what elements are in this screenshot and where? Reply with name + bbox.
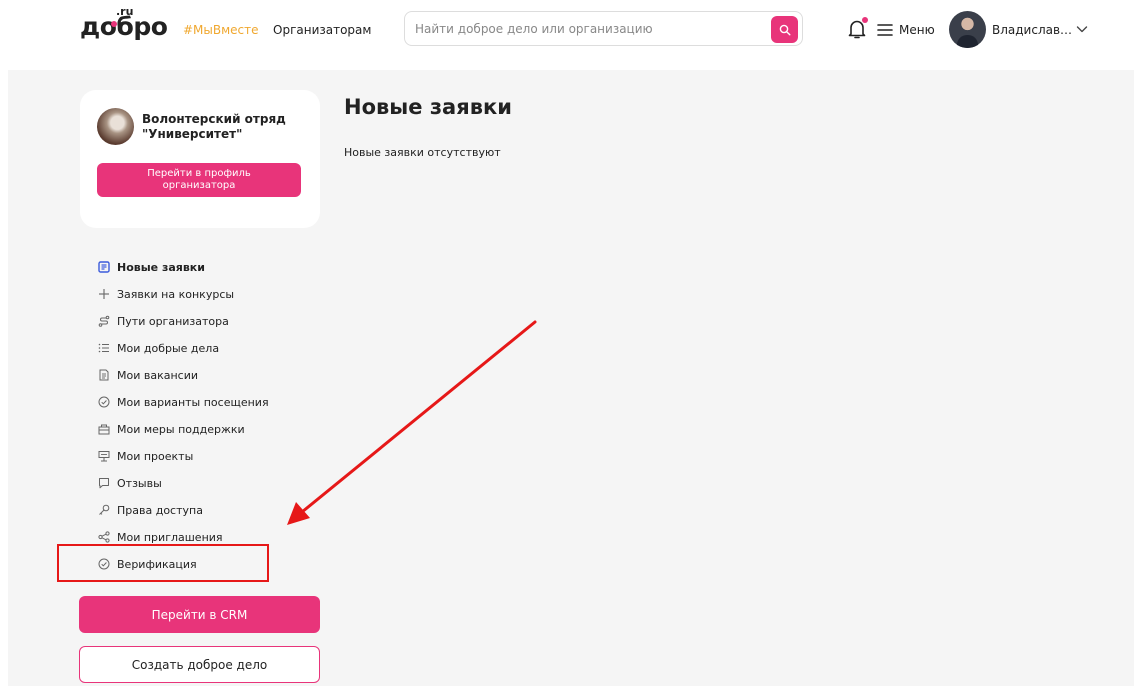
share-icon <box>98 531 110 543</box>
box-icon <box>98 423 110 435</box>
plus-icon <box>98 288 110 300</box>
presentation-icon <box>98 450 110 462</box>
list-doc-icon <box>98 261 110 273</box>
create-good-deed-button[interactable]: Создать доброе дело <box>79 646 320 683</box>
sidebar-item-label: Мои вакансии <box>117 368 199 382</box>
page-title: Новые заявки <box>344 95 512 119</box>
search-icon <box>779 24 791 36</box>
comment-icon <box>98 477 110 489</box>
document-icon <box>98 369 110 381</box>
organizer-profile-button[interactable]: Перейти в профиль организатора <box>97 163 301 197</box>
sidebar-item-label: Пути организатора <box>117 314 229 328</box>
list-icon <box>98 342 110 354</box>
path-icon <box>98 315 110 327</box>
organizer-avatar <box>97 108 134 145</box>
search-input[interactable] <box>415 19 765 39</box>
sidebar-item-my-visit-options[interactable]: Мои варианты посещения <box>98 393 269 411</box>
sidebar-item-label: Мои меры поддержки <box>117 422 245 436</box>
organizer-card: Волонтерский отряд "Университет" Перейти… <box>80 90 320 228</box>
sidebar-item-label: Мои проекты <box>117 449 194 463</box>
search-button[interactable] <box>771 16 798 43</box>
organizer-name: Волонтерский отряд "Университет" <box>142 112 286 141</box>
user-name[interactable]: Владислав Мунасыпов <box>992 23 1074 37</box>
organizers-link[interactable]: Организаторам <box>273 23 371 37</box>
chevron-down-icon[interactable] <box>1076 24 1088 34</box>
sidebar-item-label: Права доступа <box>117 503 203 517</box>
sidebar-item-my-projects[interactable]: Мои проекты <box>98 447 193 465</box>
logo-dot <box>111 21 117 27</box>
sidebar-item-organizer-paths[interactable]: Пути организатора <box>98 312 229 330</box>
sidebar-item-my-good-deeds[interactable]: Мои добрые дела <box>98 339 219 357</box>
user-avatar[interactable] <box>949 11 986 48</box>
sidebar-item-label: Мои варианты посещения <box>117 395 269 409</box>
sidebar-item-new-requests[interactable]: Новые заявки <box>98 258 205 276</box>
sidebar-item-access-rights[interactable]: Права доступа <box>98 501 203 519</box>
sidebar-item-label: Мои добрые дела <box>117 341 220 355</box>
logo-domain: .ru <box>116 5 134 18</box>
sidebar-item-contest-requests[interactable]: Заявки на конкурсы <box>98 285 234 303</box>
go-to-crm-button[interactable]: Перейти в CRM <box>79 596 320 633</box>
empty-state-text: Новые заявки отсутствуют <box>344 146 501 159</box>
sidebar-item-my-vacancies[interactable]: Мои вакансии <box>98 366 198 384</box>
search-box <box>404 11 803 46</box>
notification-dot <box>862 17 868 23</box>
hamburger-menu-icon[interactable] <box>877 23 893 37</box>
sidebar-item-label: Новые заявки <box>117 260 205 274</box>
hashtag-link[interactable]: #МыВместе <box>183 23 259 37</box>
sidebar-item-label: Мои приглашения <box>117 530 223 544</box>
top-header: добро .ru #МыВместе Организаторам Меню В… <box>0 0 1134 62</box>
key-icon <box>98 504 110 516</box>
sidebar-item-my-support-measures[interactable]: Мои меры поддержки <box>98 420 245 438</box>
check-circle-icon <box>98 396 110 408</box>
sidebar-item-reviews[interactable]: Отзывы <box>98 474 162 492</box>
annotation-highlight-box <box>57 544 269 582</box>
sidebar-item-label: Отзывы <box>117 476 162 490</box>
menu-button[interactable]: Меню <box>899 23 935 37</box>
sidebar-item-label: Заявки на конкурсы <box>117 287 235 301</box>
